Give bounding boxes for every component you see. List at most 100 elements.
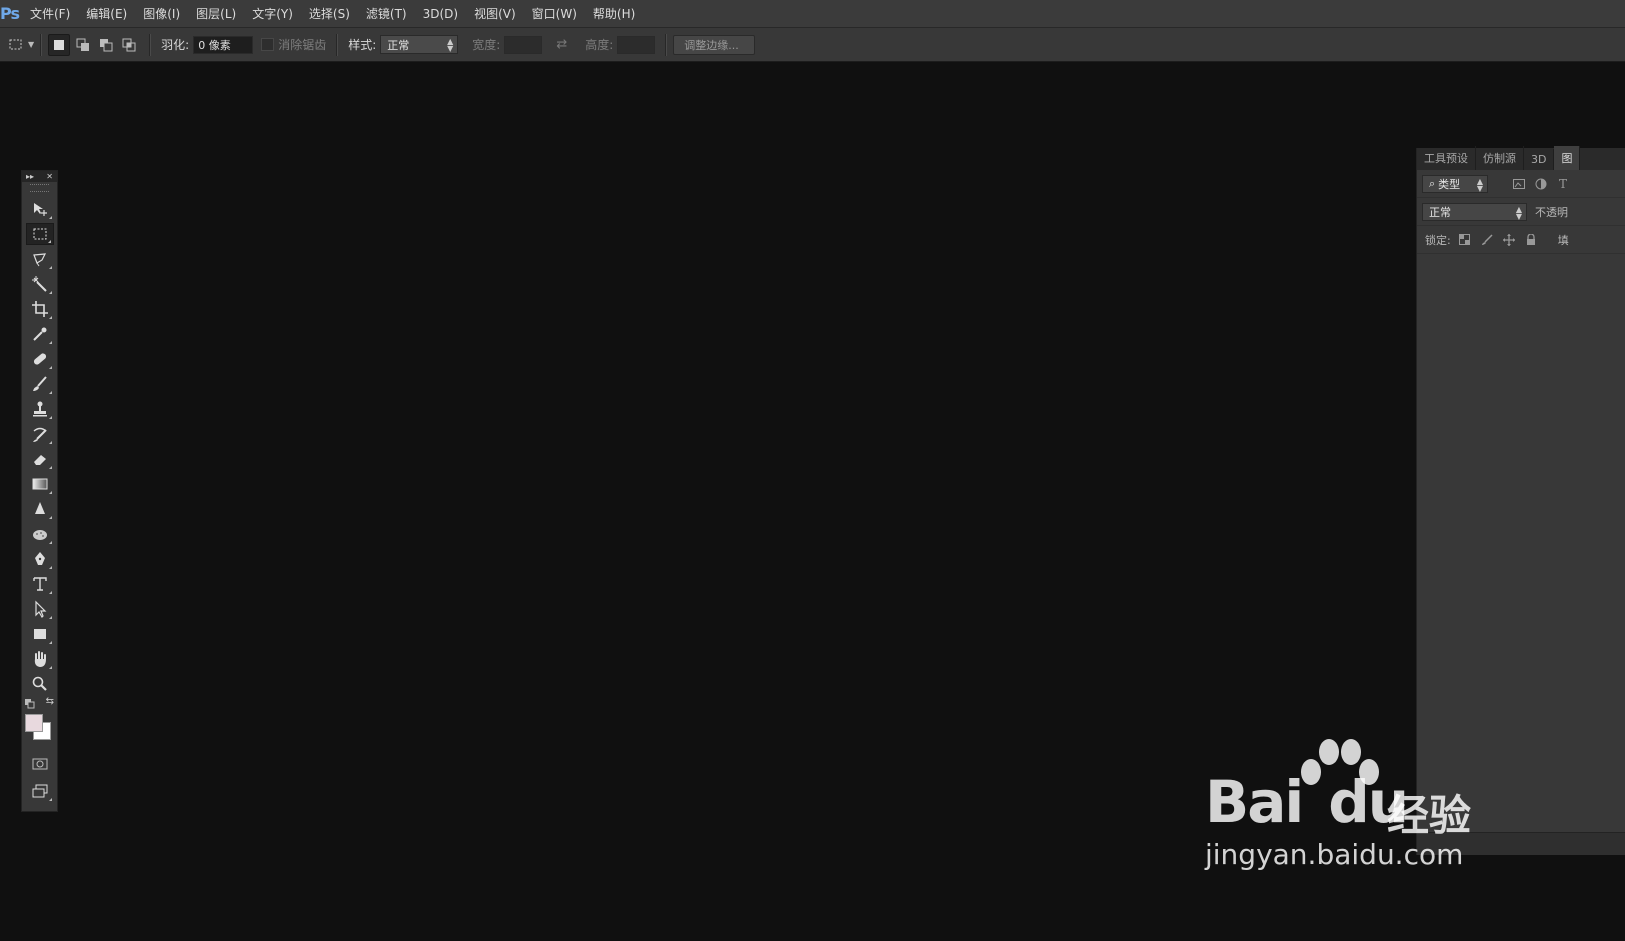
tools-panel: ▸▸ ✕ ⇆: [21, 170, 58, 812]
intersect-selection-button[interactable]: [119, 35, 139, 55]
menu-help[interactable]: 帮助(H): [585, 5, 643, 22]
new-selection-icon: [54, 39, 65, 50]
menu-window[interactable]: 窗口(W): [524, 5, 585, 22]
dodge-tool[interactable]: [26, 523, 54, 545]
style-label: 样式:: [348, 38, 377, 52]
lock-all-icon[interactable]: [1524, 233, 1538, 247]
move-icon: [33, 203, 47, 216]
rect-marquee-icon: [33, 228, 46, 240]
tab-clone-source[interactable]: 仿制源: [1476, 146, 1524, 170]
path-selection-tool[interactable]: [26, 598, 54, 620]
bandage-icon: [33, 353, 46, 365]
filter-type-icon[interactable]: T: [1556, 177, 1570, 191]
eraser-tool[interactable]: [26, 448, 54, 470]
hand-tool[interactable]: [26, 648, 54, 670]
tab-layers[interactable]: 图: [1554, 146, 1581, 170]
lock-transparent-icon[interactable]: [1458, 233, 1472, 247]
select-arrows-icon: ▲ ▼: [1476, 176, 1483, 193]
menu-type[interactable]: 文字(Y): [244, 5, 301, 22]
clone-stamp-tool[interactable]: [26, 398, 54, 420]
lasso-icon: [32, 253, 46, 267]
menu-edit[interactable]: 编辑(E): [78, 5, 135, 22]
lasso-tool[interactable]: [26, 248, 54, 270]
quick-mask-icon: [32, 758, 47, 770]
menu-3d[interactable]: 3D(D): [415, 7, 466, 21]
blur-drop-icon: [34, 502, 45, 514]
zoom-tool[interactable]: [26, 673, 54, 695]
select-arrows-icon: ▲ ▼: [447, 37, 454, 53]
width-input[interactable]: [504, 35, 543, 54]
swap-colors-icon[interactable]: ⇆: [46, 696, 54, 707]
antialias-checkbox[interactable]: [261, 38, 275, 51]
pen-tool[interactable]: [26, 548, 54, 570]
filter-kind-select[interactable]: ⌕ 类型 ▲ ▼: [1422, 174, 1488, 193]
healing-brush-tool[interactable]: [26, 348, 54, 370]
foreground-color-swatch[interactable]: [25, 714, 43, 732]
opacity-label: 不透明: [1535, 205, 1568, 219]
tab-3d[interactable]: 3D: [1524, 149, 1555, 170]
marquee-tool[interactable]: [25, 223, 54, 245]
search-icon: ⌕: [1429, 176, 1436, 190]
menu-file[interactable]: 文件(F): [22, 5, 78, 22]
brush-tool[interactable]: [26, 373, 54, 395]
magic-wand-tool[interactable]: [26, 273, 54, 295]
lock-pixels-icon[interactable]: [1480, 233, 1494, 247]
style-select[interactable]: 正常 ▲ ▼: [380, 35, 459, 54]
gradient-tool[interactable]: [26, 473, 54, 495]
chevron-down-icon[interactable]: ▼: [28, 40, 34, 49]
add-selection-button[interactable]: [73, 35, 93, 55]
crop-tool[interactable]: [26, 298, 54, 320]
watermark-url: jingyan.baidu.com: [1205, 838, 1464, 871]
baidu-watermark: Bai du 经验 jingyan.baidu.com: [1197, 738, 1497, 878]
default-colors-icon[interactable]: [25, 699, 35, 709]
menu-select[interactable]: 选择(S): [301, 5, 358, 22]
panel-grip[interactable]: [30, 184, 49, 192]
menu-image[interactable]: 图像(I): [135, 5, 188, 22]
rectangle-icon: [33, 629, 46, 639]
panel-tabs: 工具预设 仿制源 3D 图: [1417, 146, 1625, 170]
feather-label: 羽化:: [161, 38, 190, 52]
swap-dimensions-icon[interactable]: ⇄: [556, 37, 567, 52]
filter-adjustment-icon[interactable]: [1534, 177, 1548, 191]
refine-edge-button[interactable]: 调整边缘...: [673, 34, 756, 55]
move-tool[interactable]: [26, 198, 54, 220]
eyedropper-icon: [32, 327, 46, 341]
options-bar: ▼ 羽化: 0 像素 消除锯齿 样式: 正常 ▲ ▼ 宽度: ⇄ 高度: 调整边缘…: [0, 28, 1625, 62]
eraser-icon: [33, 455, 46, 465]
menu-filter[interactable]: 滤镜(T): [358, 5, 415, 22]
select-arrows-icon: ▲ ▼: [1515, 204, 1522, 221]
menu-view[interactable]: 视图(V): [466, 5, 524, 22]
marquee-icon: [9, 39, 22, 49]
height-label: 高度:: [585, 38, 614, 52]
tools-panel-header[interactable]: ▸▸ ✕: [22, 171, 57, 182]
new-selection-button[interactable]: [48, 33, 71, 56]
type-tool[interactable]: [26, 573, 54, 595]
filter-image-icon[interactable]: [1512, 177, 1526, 191]
collapse-icon[interactable]: ▸▸: [26, 172, 34, 181]
history-brush-tool[interactable]: [26, 423, 54, 445]
tab-tool-presets[interactable]: 工具预设: [1417, 146, 1476, 170]
quick-mask-button[interactable]: [26, 753, 54, 775]
lock-position-icon[interactable]: [1502, 233, 1516, 247]
history-brush-icon: [32, 427, 47, 442]
feather-input[interactable]: 0 像素: [193, 35, 254, 54]
height-input[interactable]: [617, 35, 656, 54]
subtract-selection-button[interactable]: [96, 35, 116, 55]
blur-tool[interactable]: [26, 498, 54, 520]
app-logo: Ps: [0, 4, 20, 23]
blend-mode-select[interactable]: 正常 ▲ ▼: [1422, 202, 1527, 221]
layer-filter-row: ⌕ 类型 ▲ ▼ T: [1417, 170, 1625, 198]
magic-wand-icon: [31, 276, 47, 292]
color-swatches: ⇆: [22, 696, 57, 745]
tool-preset-picker[interactable]: [6, 35, 26, 55]
add-selection-icon: [76, 38, 90, 51]
intersect-selection-icon: [122, 38, 136, 51]
zoom-icon: [32, 676, 47, 691]
blend-mode-value: 正常: [1429, 205, 1451, 219]
eyedropper-tool[interactable]: [26, 323, 54, 345]
close-icon[interactable]: ✕: [46, 172, 53, 181]
screen-mode-button[interactable]: [26, 780, 54, 802]
menu-layer[interactable]: 图层(L): [188, 5, 244, 22]
rectangle-tool[interactable]: [26, 623, 54, 645]
antialias-label: 消除锯齿: [278, 38, 327, 52]
